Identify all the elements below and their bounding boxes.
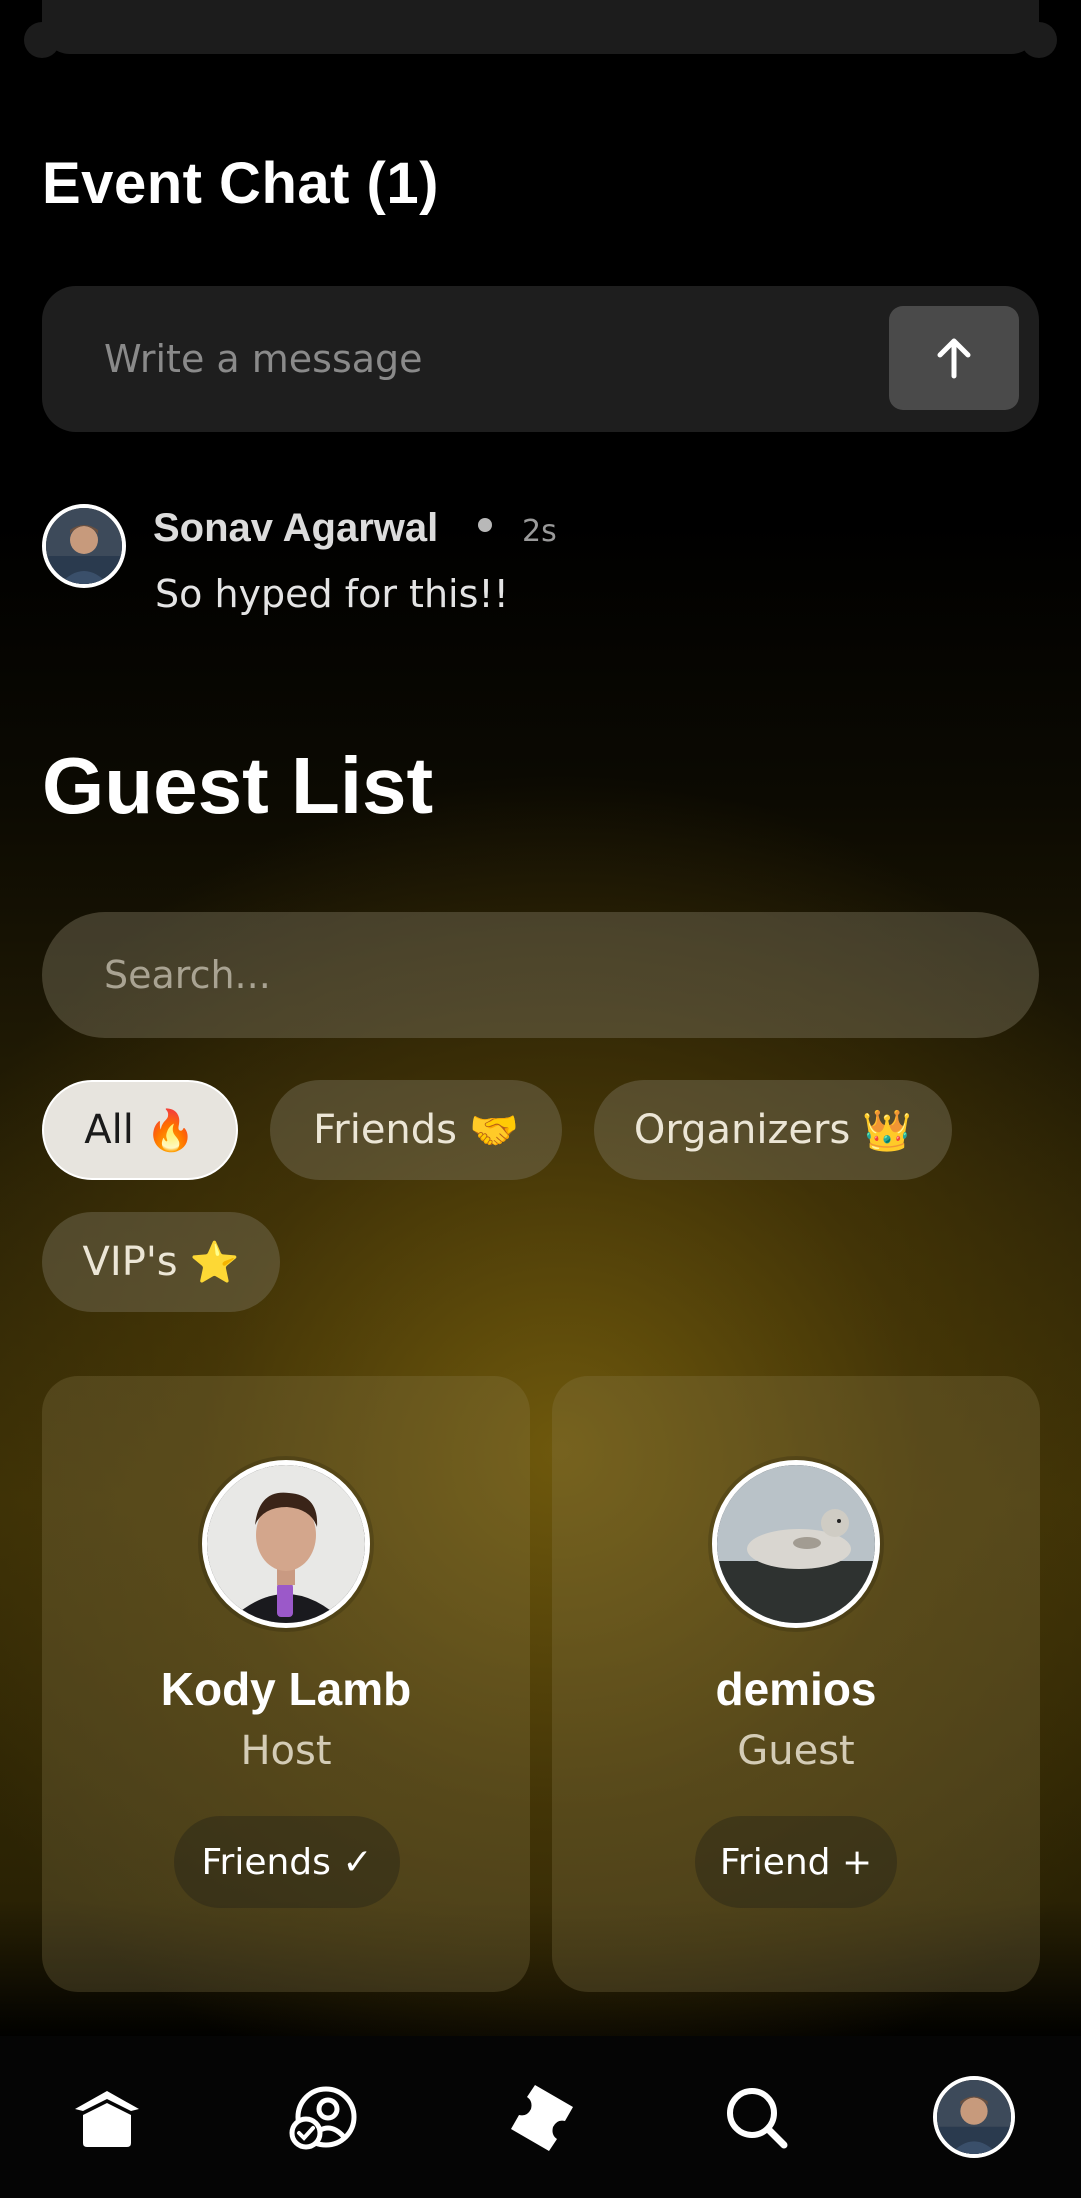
filter-chip-organizers[interactable]: Organizers 👑: [594, 1080, 952, 1180]
guest-avatar[interactable]: [202, 1460, 370, 1628]
chat-message: Sonav Agarwal 2s So hyped for this!!: [42, 502, 1039, 632]
tab-home[interactable]: [62, 2072, 152, 2162]
chat-author-name[interactable]: Sonav Agarwal: [153, 506, 438, 551]
guest-name: Kody Lamb: [160, 1663, 412, 1715]
guest-avatar[interactable]: [712, 1460, 880, 1628]
filter-chip-vips[interactable]: VIP's ⭐: [42, 1212, 280, 1312]
guest-list-title: Guest List: [42, 741, 434, 830]
filter-chip-label: All: [84, 1107, 134, 1153]
guest-card[interactable]: Kody Lamb Host Friends ✓: [42, 1376, 530, 1992]
friends-check-icon: [289, 2086, 357, 2150]
ticket-icon: [511, 2085, 573, 2151]
crown-icon: 👑: [862, 1107, 913, 1154]
seal-photo-icon: [717, 1465, 875, 1623]
filter-chip-all[interactable]: All 🔥: [42, 1080, 238, 1180]
bottom-tab-bar: [0, 2036, 1081, 2198]
arrow-up-icon: [937, 338, 971, 379]
card-corner-right: [1021, 22, 1057, 58]
add-friend-button[interactable]: Friend +: [695, 1816, 897, 1908]
person-avatar-icon: [46, 508, 122, 584]
fire-icon: 🔥: [145, 1107, 196, 1154]
chat-timestamp: 2s: [522, 514, 557, 549]
chat-author-avatar[interactable]: [42, 504, 126, 588]
guest-search: [42, 912, 1039, 1038]
send-message-button[interactable]: [889, 306, 1019, 410]
guest-search-input[interactable]: [104, 912, 1004, 1038]
person-avatar-icon: [937, 2080, 1011, 2154]
guest-card[interactable]: demios Guest Friend +: [552, 1376, 1040, 1992]
person-avatar-icon: [207, 1465, 365, 1623]
tab-search[interactable]: [711, 2072, 801, 2162]
event-chat-title: Event Chat (1): [42, 151, 439, 216]
chat-message-text: So hyped for this!!: [155, 572, 509, 616]
guest-role: Guest: [737, 1728, 855, 1774]
guest-name: demios: [715, 1663, 877, 1715]
filter-chip-label: Friends: [313, 1107, 458, 1153]
separator-dot: [478, 518, 492, 532]
filter-chip-label: VIP's: [82, 1239, 178, 1285]
home-icon: [75, 2091, 139, 2147]
message-input[interactable]: [104, 286, 884, 432]
tab-profile-avatar[interactable]: [933, 2076, 1015, 2158]
filter-chip-label: Organizers: [633, 1107, 851, 1153]
guest-role: Host: [240, 1728, 332, 1774]
search-icon: [727, 2088, 788, 2149]
friends-status-button[interactable]: Friends ✓: [174, 1816, 400, 1908]
event-details-card: [42, 0, 1039, 54]
tab-tickets[interactable]: [496, 2072, 586, 2162]
message-composer: [42, 286, 1039, 432]
star-icon: ⭐: [189, 1239, 240, 1286]
filter-chip-friends[interactable]: Friends 🤝: [270, 1080, 562, 1180]
tab-friends[interactable]: [279, 2072, 369, 2162]
handshake-icon: 🤝: [469, 1107, 519, 1154]
card-corner-left: [24, 22, 60, 58]
